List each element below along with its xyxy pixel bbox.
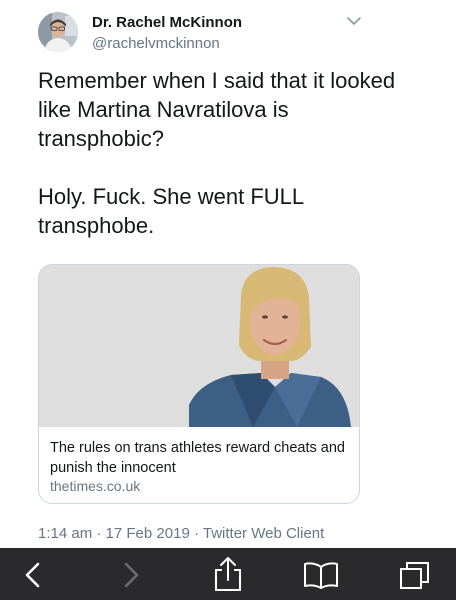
tweet-meta: 1:14 am · 17 Feb 2019 · Twitter Web Clie… <box>38 525 324 542</box>
author-handle[interactable]: @rachelvmckinnon <box>92 35 220 52</box>
tabs-icon[interactable] <box>398 560 432 590</box>
link-card[interactable]: The rules on trans athletes reward cheat… <box>38 264 360 504</box>
meta-separator: · <box>193 525 203 542</box>
tweet-time[interactable]: 1:14 am <box>38 525 92 542</box>
author-name[interactable]: Dr. Rachel McKinnon <box>92 14 242 31</box>
tweet-date[interactable]: 17 Feb 2019 <box>106 525 190 542</box>
tweet-paragraph: Holy. Fuck. She went FULL transphobe. <box>38 184 304 238</box>
book-icon[interactable] <box>302 560 340 590</box>
chevron-down-icon[interactable] <box>344 14 364 28</box>
tweet-paragraph: Remember when I said that it looked like… <box>38 68 396 151</box>
card-title[interactable]: The rules on trans athletes reward cheat… <box>50 438 350 478</box>
browser-toolbar <box>0 548 456 600</box>
share-icon[interactable] <box>212 556 244 592</box>
tweet-text: Remember when I said that it looked like… <box>38 66 418 269</box>
meta-separator: · <box>96 525 106 542</box>
tweet: Dr. Rachel McKinnon @rachelvmckinnon Rem… <box>0 0 456 548</box>
card-image <box>39 265 359 427</box>
tweet-client[interactable]: Twitter Web Client <box>203 525 324 542</box>
avatar-image <box>38 12 78 52</box>
avatar[interactable] <box>38 12 78 52</box>
back-arrow-icon[interactable] <box>18 560 50 590</box>
card-domain[interactable]: thetimes.co.uk <box>50 478 140 494</box>
forward-arrow-icon[interactable] <box>114 560 146 590</box>
